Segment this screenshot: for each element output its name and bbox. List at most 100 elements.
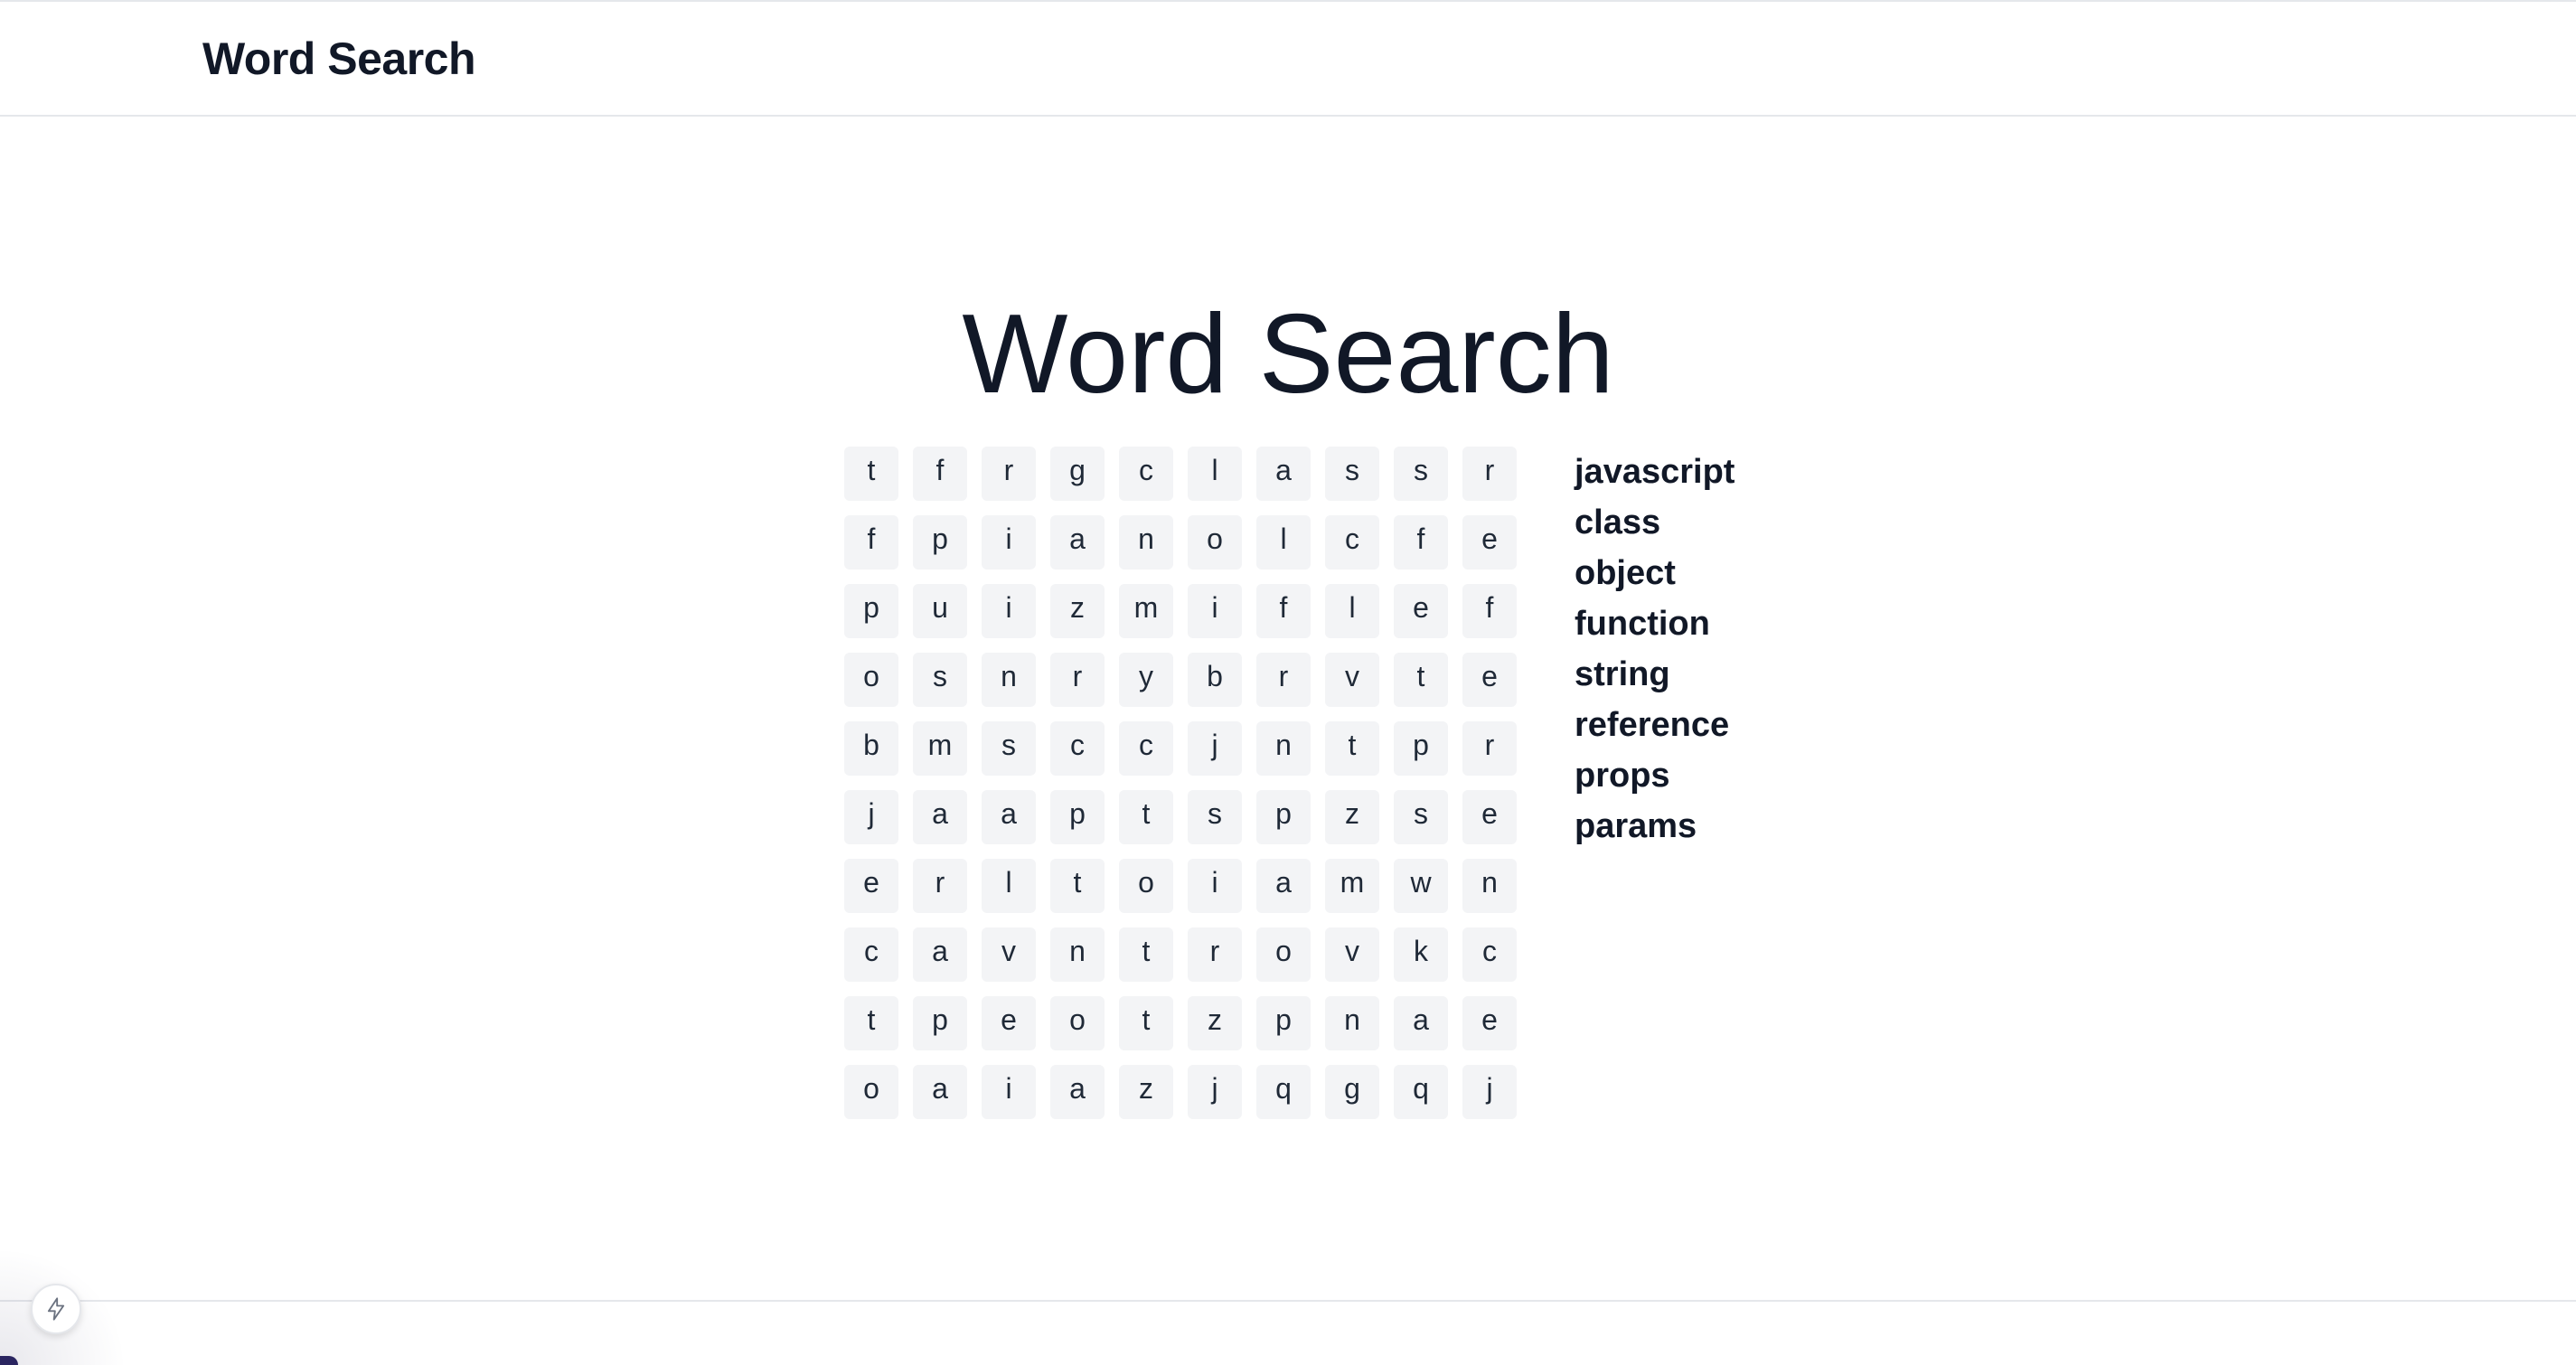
grid-cell[interactable]: s [1394, 447, 1448, 501]
grid-cell[interactable]: a [1256, 859, 1311, 913]
grid-cell[interactable]: a [913, 927, 967, 982]
grid-cell[interactable]: p [1050, 790, 1105, 844]
grid-cell[interactable]: v [982, 927, 1036, 982]
grid-cell[interactable]: b [1188, 653, 1242, 707]
grid-cell[interactable]: i [1188, 859, 1242, 913]
grid-cell[interactable]: e [1462, 996, 1517, 1050]
grid-cell[interactable]: g [1325, 1065, 1379, 1119]
grid-cell[interactable]: z [1050, 584, 1105, 638]
grid-cell[interactable]: l [1256, 515, 1311, 570]
grid-cell[interactable]: o [1188, 515, 1242, 570]
grid-cell[interactable]: t [844, 996, 898, 1050]
grid-cell[interactable]: f [1394, 515, 1448, 570]
grid-cell[interactable]: a [1050, 515, 1105, 570]
grid-cell[interactable]: t [1050, 859, 1105, 913]
grid-cell[interactable]: a [1050, 1065, 1105, 1119]
grid-cell[interactable]: n [1119, 515, 1173, 570]
grid-cell[interactable]: c [1119, 721, 1173, 776]
grid-cell[interactable]: p [1256, 790, 1311, 844]
grid-cell[interactable]: a [913, 790, 967, 844]
grid-cell[interactable]: o [844, 653, 898, 707]
grid-cell[interactable]: i [982, 584, 1036, 638]
grid-cell[interactable]: c [1119, 447, 1173, 501]
grid-cell[interactable]: t [1119, 927, 1173, 982]
grid-cell[interactable]: r [982, 447, 1036, 501]
grid-cell[interactable]: p [913, 515, 967, 570]
grid-cell[interactable]: c [1462, 927, 1517, 982]
grid-cell[interactable]: z [1119, 1065, 1173, 1119]
grid-cell[interactable]: v [1325, 653, 1379, 707]
grid-cell[interactable]: j [1188, 721, 1242, 776]
grid-cell[interactable]: a [1394, 996, 1448, 1050]
grid-cell[interactable]: f [913, 447, 967, 501]
grid-cell[interactable]: o [1050, 996, 1105, 1050]
grid-cell[interactable]: p [1256, 996, 1311, 1050]
grid-cell[interactable]: n [1256, 721, 1311, 776]
grid-cell[interactable]: o [1256, 927, 1311, 982]
grid-cell[interactable]: p [913, 996, 967, 1050]
grid-cell[interactable]: p [844, 584, 898, 638]
grid-cell[interactable]: f [844, 515, 898, 570]
grid-cell[interactable]: r [1462, 447, 1517, 501]
dev-tools-button[interactable] [31, 1284, 81, 1334]
grid-cell[interactable]: l [1188, 447, 1242, 501]
grid-cell[interactable]: c [1325, 515, 1379, 570]
grid-cell[interactable]: e [1462, 790, 1517, 844]
grid-cell[interactable]: c [1050, 721, 1105, 776]
grid-cell[interactable]: n [1050, 927, 1105, 982]
grid-cell[interactable]: m [1119, 584, 1173, 638]
grid-cell[interactable]: k [1394, 927, 1448, 982]
grid-cell[interactable]: o [1119, 859, 1173, 913]
grid-cell[interactable]: n [982, 653, 1036, 707]
grid-cell[interactable]: b [844, 721, 898, 776]
grid-cell[interactable]: c [844, 927, 898, 982]
grid-cell[interactable]: j [1188, 1065, 1242, 1119]
grid-cell[interactable]: l [982, 859, 1036, 913]
grid-cell[interactable]: e [1462, 515, 1517, 570]
grid-cell[interactable]: n [1325, 996, 1379, 1050]
grid-cell[interactable]: q [1394, 1065, 1448, 1119]
grid-cell[interactable]: s [1325, 447, 1379, 501]
grid-cell[interactable]: u [913, 584, 967, 638]
grid-cell[interactable]: e [1462, 653, 1517, 707]
grid-cell[interactable]: t [844, 447, 898, 501]
grid-cell[interactable]: z [1325, 790, 1379, 844]
grid-cell[interactable]: v [1325, 927, 1379, 982]
grid-cell[interactable]: e [1394, 584, 1448, 638]
grid-cell[interactable]: a [982, 790, 1036, 844]
grid-cell[interactable]: i [982, 515, 1036, 570]
grid-cell[interactable]: i [1188, 584, 1242, 638]
grid-cell[interactable]: g [1050, 447, 1105, 501]
grid-cell[interactable]: e [844, 859, 898, 913]
grid-cell[interactable]: r [1050, 653, 1105, 707]
grid-cell[interactable]: f [1256, 584, 1311, 638]
grid-cell[interactable]: m [1325, 859, 1379, 913]
grid-cell[interactable]: e [982, 996, 1036, 1050]
grid-cell[interactable]: y [1119, 653, 1173, 707]
grid-cell[interactable]: r [1188, 927, 1242, 982]
grid-cell[interactable]: s [982, 721, 1036, 776]
grid-cell[interactable]: w [1394, 859, 1448, 913]
grid-cell[interactable]: t [1325, 721, 1379, 776]
grid-cell[interactable]: j [844, 790, 898, 844]
grid-cell[interactable]: a [1256, 447, 1311, 501]
grid-cell[interactable]: n [1462, 859, 1517, 913]
grid-cell[interactable]: q [1256, 1065, 1311, 1119]
grid-cell[interactable]: l [1325, 584, 1379, 638]
grid-cell[interactable]: m [913, 721, 967, 776]
grid-cell[interactable]: t [1119, 996, 1173, 1050]
grid-cell[interactable]: t [1119, 790, 1173, 844]
grid-cell[interactable]: t [1394, 653, 1448, 707]
grid-cell[interactable]: r [1462, 721, 1517, 776]
grid-cell[interactable]: s [913, 653, 967, 707]
grid-cell[interactable]: p [1394, 721, 1448, 776]
grid-cell[interactable]: o [844, 1065, 898, 1119]
grid-cell[interactable]: f [1462, 584, 1517, 638]
grid-cell[interactable]: s [1188, 790, 1242, 844]
grid-cell[interactable]: z [1188, 996, 1242, 1050]
grid-cell[interactable]: r [1256, 653, 1311, 707]
grid-cell[interactable]: r [913, 859, 967, 913]
grid-cell[interactable]: j [1462, 1065, 1517, 1119]
grid-cell[interactable]: s [1394, 790, 1448, 844]
grid-cell[interactable]: i [982, 1065, 1036, 1119]
